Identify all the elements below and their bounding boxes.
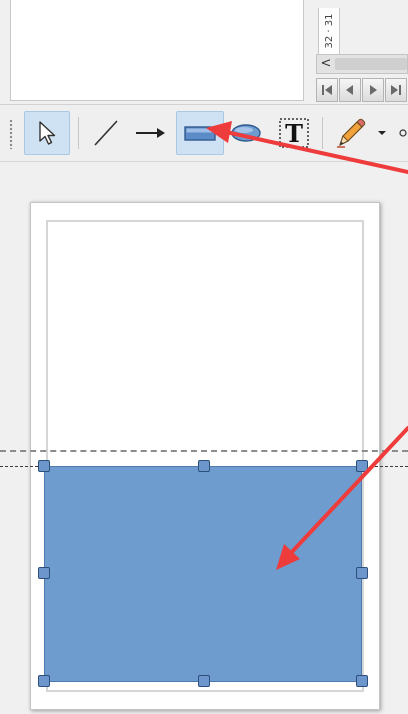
drawing-canvas[interactable] xyxy=(0,162,408,714)
arrow-pointer-icon xyxy=(39,121,56,145)
ellipse-icon xyxy=(231,124,261,142)
chevron-down-icon xyxy=(378,131,386,135)
next-page-icon xyxy=(370,85,377,95)
curve-tool-icon xyxy=(399,129,407,137)
rectangle-icon xyxy=(184,126,216,141)
select-tool-button[interactable] xyxy=(24,111,70,155)
scroll-left-arrow[interactable]: < xyxy=(319,56,333,72)
toolbar-grip[interactable] xyxy=(9,119,13,149)
pencil-icon xyxy=(337,118,366,148)
text-box-icon: T xyxy=(279,118,309,148)
next-page-button[interactable] xyxy=(362,78,384,102)
snap-guide-line xyxy=(0,450,408,452)
resize-handle-bottom-left[interactable] xyxy=(38,675,50,687)
pencil-dropdown-button[interactable] xyxy=(374,111,390,155)
previous-page-icon xyxy=(346,85,353,95)
resize-handle-bottom-right[interactable] xyxy=(356,675,368,687)
top-area: 32 · 31 < xyxy=(0,0,408,104)
ruler-label: 32 · 31 xyxy=(324,13,335,49)
drawing-toolbar: T xyxy=(0,104,408,162)
rectangle-shape[interactable] xyxy=(44,466,362,682)
previous-page-button[interactable] xyxy=(339,78,361,102)
resize-handle-right[interactable] xyxy=(356,567,368,579)
line-icon xyxy=(94,120,118,146)
first-page-icon xyxy=(322,85,332,95)
first-page-button[interactable] xyxy=(316,78,338,102)
toolbar-separator xyxy=(322,117,323,149)
last-page-icon xyxy=(391,85,401,95)
text-tool-glyph: T xyxy=(285,119,303,148)
resize-handle-top-left[interactable] xyxy=(38,460,50,472)
resize-handle-top[interactable] xyxy=(198,460,210,472)
toolbar-separator xyxy=(78,117,79,149)
resize-handle-top-right[interactable] xyxy=(356,460,368,472)
page-navigation xyxy=(316,78,408,102)
arrow-tool-button[interactable] xyxy=(130,111,170,155)
line-tool-button[interactable] xyxy=(86,111,126,155)
text-tool-button[interactable]: T xyxy=(274,111,314,155)
pencil-tool-button[interactable] xyxy=(330,111,370,155)
more-tools-button[interactable] xyxy=(394,111,408,155)
arrow-line-icon xyxy=(136,128,165,138)
document-panel[interactable] xyxy=(10,0,304,101)
rectangle-tool-button[interactable] xyxy=(176,111,224,155)
resize-handle-left[interactable] xyxy=(38,567,50,579)
horizontal-scrollbar[interactable]: < xyxy=(316,54,408,74)
resize-handle-bottom[interactable] xyxy=(198,675,210,687)
vertical-ruler: 32 · 31 xyxy=(318,8,340,54)
ellipse-tool-button[interactable] xyxy=(226,111,266,155)
scroll-thumb[interactable] xyxy=(335,58,407,70)
last-page-button[interactable] xyxy=(385,78,407,102)
